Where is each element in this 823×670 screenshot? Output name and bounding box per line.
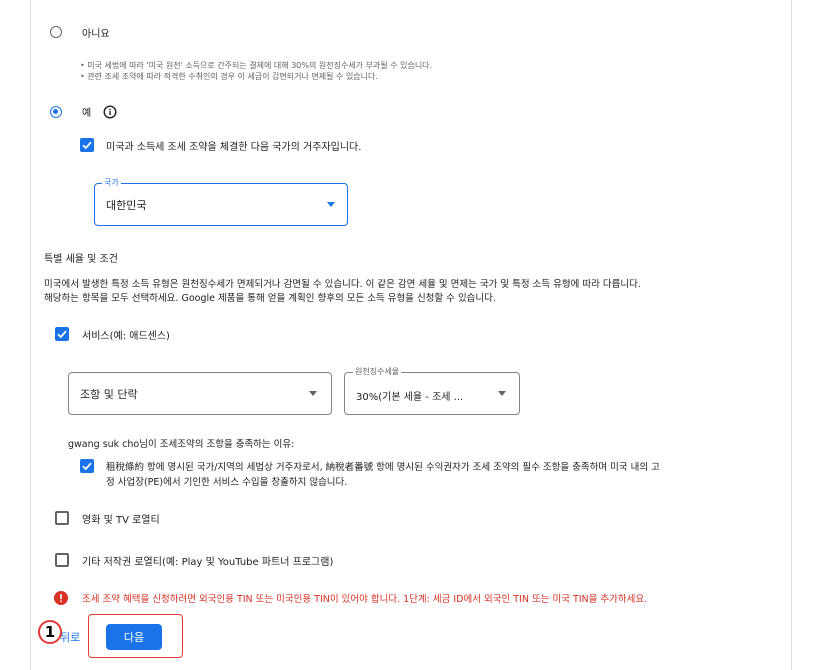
- back-button[interactable]: 뒤로: [60, 629, 80, 645]
- special-rates-heading: 특별 세율 및 조건: [44, 254, 118, 265]
- chevron-down-icon: [498, 391, 506, 396]
- bullet-1: • 미국 세법에 따라 '미국 원천' 소득으로 간주되는 결제에 대해 30%…: [80, 61, 433, 70]
- reason-heading: gwang suk cho님이 조세조약의 조항을 충족하는 이유:: [68, 439, 295, 450]
- film-tv-label: 영화 및 TV 로열티: [82, 515, 160, 526]
- rate-select[interactable]: 30%(기본 세율 - 조세 ...: [344, 372, 520, 415]
- chevron-down-icon: [327, 202, 335, 207]
- country-select-label: 국가: [102, 177, 121, 188]
- info-icon[interactable]: [103, 104, 117, 123]
- article-select[interactable]: 조항 및 단락: [68, 372, 332, 415]
- annotation-step-marker: 1: [38, 620, 62, 644]
- reason-line-2: 정 사업장(PE)에서 기인한 서비스 수입을 창출하지 않습니다.: [106, 477, 348, 488]
- annotation-highlight-box: [88, 614, 183, 658]
- services-checkbox-label: 서비스(예: 애드센스): [82, 331, 170, 342]
- reason-checkbox[interactable]: [80, 459, 94, 473]
- other-royalty-label: 기타 저작권 로열티(예: Play 및 YouTube 파트너 프로그램): [82, 557, 334, 568]
- radio-yes[interactable]: [50, 106, 62, 118]
- rate-select-value: 30%(기본 세율 - 조세 ...: [356, 392, 464, 403]
- treaty-checkbox[interactable]: [80, 138, 94, 152]
- error-icon: [54, 590, 68, 609]
- rate-select-label: 원천징수세율: [353, 366, 402, 377]
- treaty-checkbox-label: 미국과 소득세 조세 조약을 체결한 다음 국가의 거주자입니다.: [106, 142, 362, 153]
- chevron-down-icon: [309, 391, 317, 396]
- bullet-2: • 관련 조세 조약에 따라 적격한 수취인의 경우 이 세금이 감면되거나 면…: [80, 72, 378, 81]
- error-message: 조세 조약 혜택을 신청하려면 외국인용 TIN 또는 미국인용 TIN이 있어…: [82, 594, 648, 605]
- special-rates-desc-1: 미국에서 발생한 특정 소득 유형은 원천징수세가 면제되거나 감면될 수 있습…: [44, 279, 641, 290]
- services-checkbox[interactable]: [55, 327, 69, 341]
- country-select[interactable]: 대한민국: [94, 183, 348, 226]
- radio-no-label: 아니요: [82, 29, 110, 40]
- other-royalty-checkbox[interactable]: [55, 553, 69, 567]
- article-select-value: 조항 및 단락: [80, 388, 138, 401]
- reason-line-1: 租稅條約 항에 명시된 국가/지역의 세법상 거주자로서, 納稅者番號 항에 명…: [106, 462, 660, 473]
- film-tv-checkbox[interactable]: [55, 511, 69, 525]
- radio-yes-label: 예: [82, 108, 92, 119]
- country-select-value: 대한민국: [106, 199, 147, 212]
- radio-no[interactable]: [50, 26, 62, 38]
- special-rates-desc-2: 해당하는 항목을 모두 선택하세요. Google 제품을 통해 얻을 계획인 …: [44, 293, 496, 304]
